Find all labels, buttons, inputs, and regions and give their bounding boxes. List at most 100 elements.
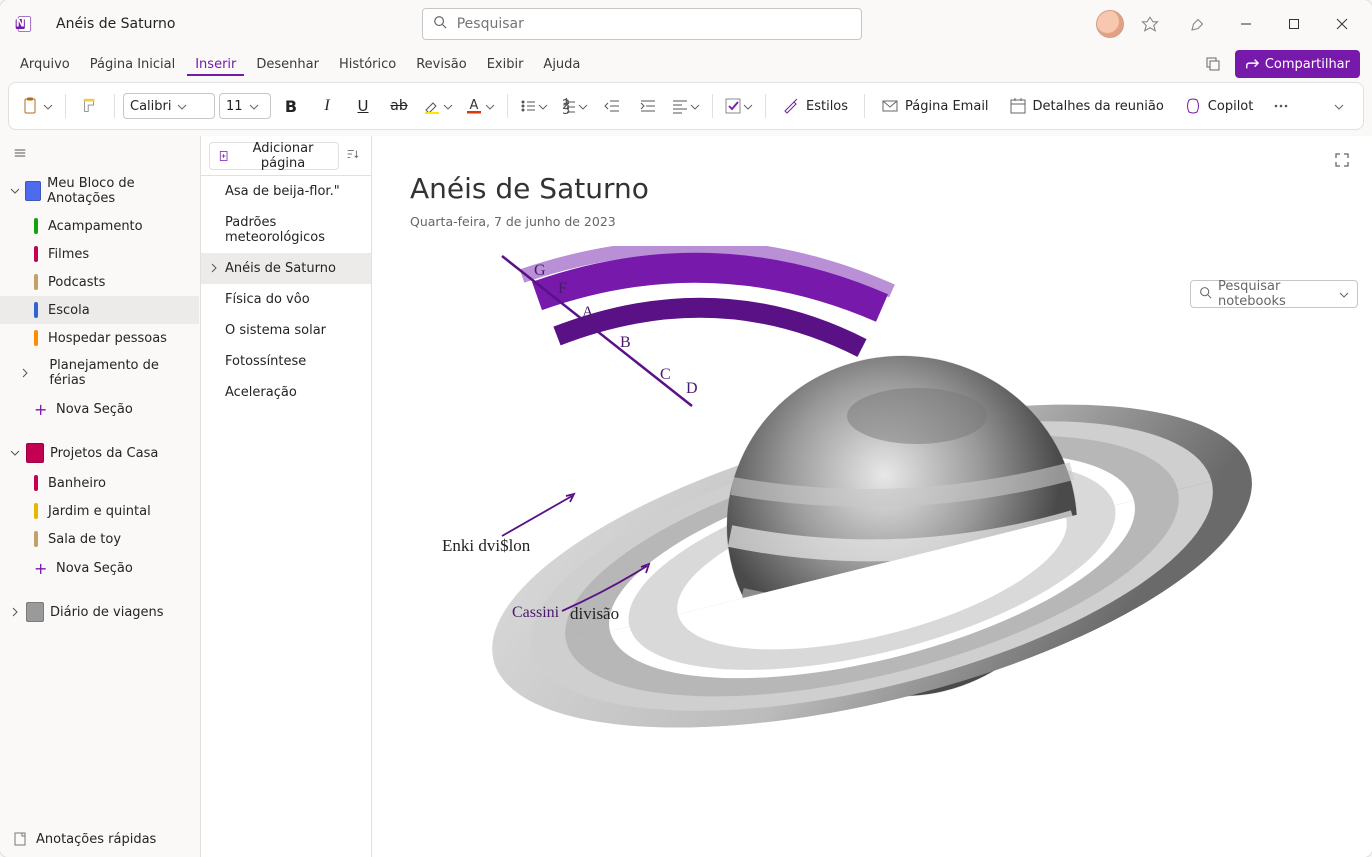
section-item[interactable]: Podcasts (0, 268, 199, 296)
section-item[interactable]: Acampamento (0, 212, 199, 240)
font-size-combo[interactable]: 11 (219, 93, 271, 119)
new-section-button[interactable]: +Nova Seção (0, 394, 199, 425)
document-title: Anéis de Saturno (44, 16, 187, 32)
window-minimize-button[interactable] (1224, 8, 1268, 40)
page-item[interactable]: Anéis de Saturno (201, 253, 371, 284)
chevron-down-icon (249, 101, 259, 111)
menu-review[interactable]: Revisão (408, 53, 474, 76)
global-search-box[interactable] (422, 8, 862, 40)
window-close-button[interactable] (1320, 8, 1364, 40)
window-maximize-button[interactable] (1272, 8, 1316, 40)
highlight-button[interactable] (419, 90, 457, 122)
section-item[interactable]: Banheiro (0, 469, 199, 497)
section-color-swatch (34, 246, 38, 262)
fullscreen-button[interactable] (1328, 148, 1356, 176)
format-painter-button[interactable] (74, 90, 106, 122)
section-name: Filmes (48, 247, 89, 262)
user-avatar[interactable] (1096, 10, 1124, 38)
section-item[interactable]: Escola (0, 296, 199, 324)
paste-button[interactable] (17, 90, 57, 122)
bold-button[interactable]: B (275, 90, 307, 122)
email-page-button[interactable]: Página Email (873, 90, 997, 122)
page-canvas[interactable]: Pesquisar notebooks Anéis de Saturno Qua… (372, 136, 1372, 857)
notebook-name: Meu Bloco de Anotações (47, 176, 189, 206)
section-color-swatch (34, 475, 38, 491)
svg-text:N: N (16, 17, 25, 30)
align-button[interactable] (668, 90, 704, 122)
meeting-details-button[interactable]: Detalhes da reunião (1001, 90, 1172, 122)
ring-label-g: G (534, 262, 546, 280)
section-name: Planejamento de férias (49, 358, 189, 388)
font-color-button[interactable]: A (461, 90, 499, 122)
share-button-label: Compartilhar (1265, 57, 1350, 72)
chevron-down-icon (1339, 289, 1349, 299)
page-item[interactable]: Padrões meteorológicos (201, 207, 371, 253)
premium-icon[interactable] (1128, 8, 1172, 40)
strikethrough-button[interactable]: ab (383, 90, 415, 122)
global-search-input[interactable] (455, 15, 851, 33)
menu-bar: Arquivo Página Inicial Inserir Desenhar … (0, 48, 1372, 80)
section-name: Acampamento (48, 219, 143, 234)
notebook-header[interactable]: Meu Bloco de Anotações (0, 170, 199, 212)
notebook-header[interactable]: Projetos da Casa (0, 437, 199, 469)
numbered-list-button[interactable]: 123 (556, 90, 592, 122)
page-name: Asa de beija-flor." (225, 184, 340, 199)
bullet-list-button[interactable] (516, 90, 552, 122)
add-page-button[interactable]: Adicionar página (209, 142, 339, 170)
chevron-down-icon (743, 101, 753, 111)
section-color-swatch (34, 274, 38, 290)
section-color-swatch (34, 330, 38, 346)
tag-todo-button[interactable] (721, 90, 757, 122)
indent-button[interactable] (632, 90, 664, 122)
notebook-header[interactable]: Diário de viagens (0, 596, 199, 628)
chevron-down-icon (690, 101, 700, 111)
page-name: Padrões meteorológicos (225, 215, 325, 245)
outdent-button[interactable] (596, 90, 628, 122)
italic-button[interactable]: I (311, 90, 343, 122)
ring-label-d: D (686, 380, 698, 398)
new-section-button[interactable]: +Nova Seção (0, 553, 199, 584)
notebook-nav-panel: Meu Bloco de Anotações Acampamento Filmes P… (0, 136, 200, 857)
search-icon (433, 15, 447, 33)
sort-pages-button[interactable] (339, 144, 363, 168)
styles-button[interactable]: Estilos (774, 90, 856, 122)
section-item[interactable]: Filmes (0, 240, 199, 268)
menu-file[interactable]: Arquivo (12, 53, 78, 76)
menu-history[interactable]: Histórico (331, 53, 404, 76)
font-name-combo[interactable]: Calibri (123, 93, 215, 119)
page-item[interactable]: Aceleração (201, 377, 371, 408)
add-page-icon (218, 149, 230, 163)
quick-notes-button[interactable]: Anotações rápidas (0, 820, 199, 857)
chevron-right-icon (20, 368, 29, 378)
section-item[interactable]: Hospedar pessoas (0, 324, 199, 352)
menu-draw[interactable]: Desenhar (248, 53, 327, 76)
page-item[interactable]: Fotossíntese (201, 346, 371, 377)
underline-button[interactable]: U (347, 90, 379, 122)
ribbon-collapse-button[interactable] (1323, 90, 1355, 122)
section-name: Jardim e quintal (48, 504, 151, 519)
chevron-down-icon (43, 101, 53, 111)
chevron-down-icon (177, 101, 187, 111)
share-button[interactable]: Compartilhar (1235, 50, 1360, 78)
menu-view[interactable]: Exibir (479, 53, 532, 76)
chevron-down-icon (10, 448, 20, 458)
page-item[interactable]: Asa de beija-flor." (201, 176, 371, 207)
section-item[interactable]: Planejamento de férias (0, 352, 199, 394)
chevron-right-icon (10, 607, 20, 617)
section-name: Banheiro (48, 476, 106, 491)
chevron-down-icon (10, 186, 19, 196)
menu-home[interactable]: Página Inicial (82, 53, 183, 76)
page-item[interactable]: Física do vôo (201, 284, 371, 315)
plus-icon: + (34, 559, 46, 578)
more-commands-button[interactable] (1265, 90, 1297, 122)
nav-toggle-button[interactable] (8, 141, 32, 165)
section-item[interactable]: Sala de toy (0, 525, 199, 553)
copilot-button[interactable]: Copilot (1176, 90, 1262, 122)
coming-soon-icon[interactable] (1176, 8, 1220, 40)
menu-help[interactable]: Ajuda (535, 53, 588, 76)
page-item[interactable]: O sistema solar (201, 315, 371, 346)
menu-insert[interactable]: Inserir (187, 53, 244, 76)
page-title[interactable]: Anéis de Saturno (410, 172, 649, 205)
open-in-new-window-icon[interactable] (1197, 48, 1229, 80)
section-item[interactable]: Jardim e quintal (0, 497, 199, 525)
